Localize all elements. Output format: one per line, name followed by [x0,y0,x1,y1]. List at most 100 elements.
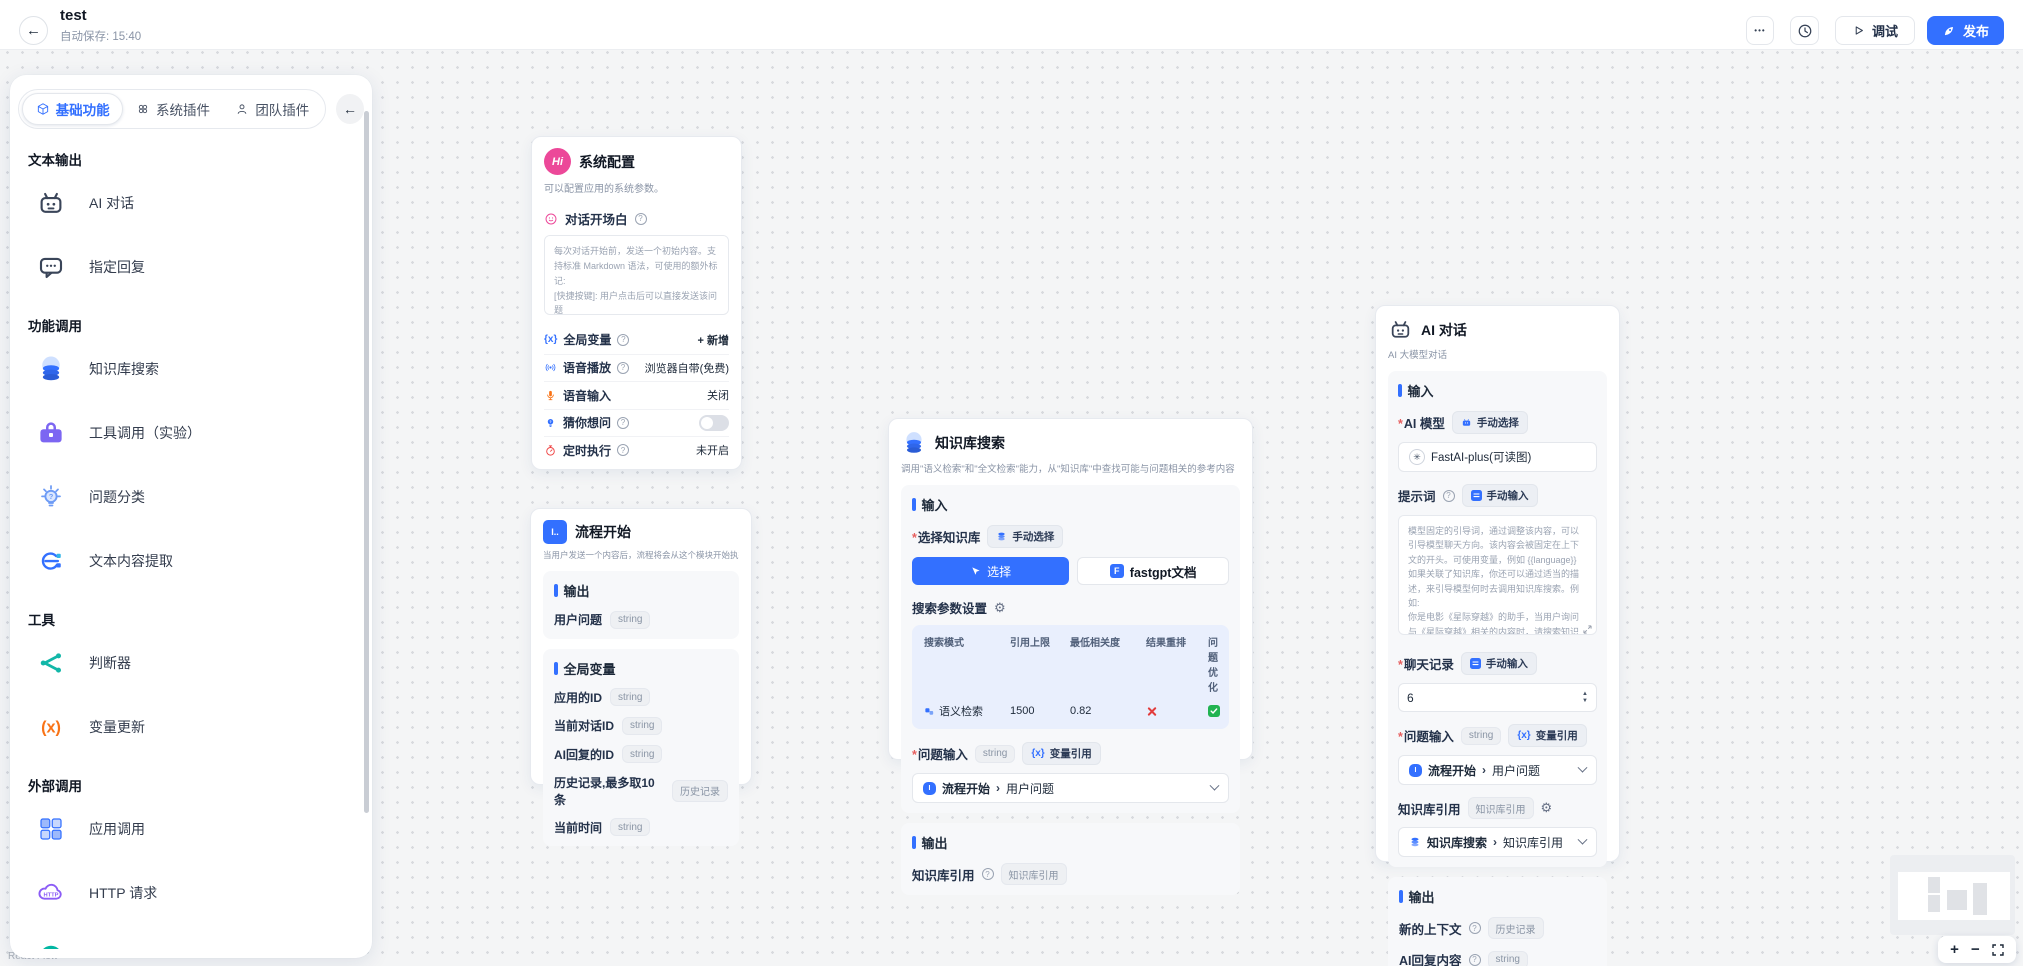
module-item-app-call[interactable]: 应用调用 [28,797,356,861]
publish-button[interactable]: 发布 [1927,16,2004,45]
help-icon[interactable] [1443,490,1455,502]
section-title: 输入 [912,495,1229,514]
welcome-textarea[interactable] [544,235,729,315]
variable-ref-chip[interactable]: {x} 变量引用 [1508,724,1586,747]
module-item-http-request[interactable]: HTTP HTTP 请求 [28,861,356,925]
app-title: test [60,7,87,24]
stepper-arrows[interactable]: ▲▼ [1582,691,1588,704]
stt-value[interactable]: 关闭 [707,387,729,403]
kb-ref-settings-gear-icon[interactable] [1541,800,1553,816]
help-icon[interactable] [982,868,994,880]
schedule-value[interactable]: 未开启 [696,442,729,458]
model-select[interactable]: ✳ FastAI-plus(可读图) [1398,442,1597,472]
dataset-card[interactable]: F fastgpt文档 [1077,557,1229,585]
manual-input-icon [1471,490,1482,501]
flow-start-icon: I [1409,764,1422,777]
zoom-in-button[interactable] [1950,942,1959,957]
global-var-row: 当前时间 string [554,818,728,836]
row-label: 定时执行 [563,442,611,459]
module-label: 知识库搜索 [89,359,159,379]
module-item-question-classify[interactable]: ? 问题分类 [28,465,356,529]
module-item-kb-search[interactable]: 知识库搜索 [28,337,356,401]
collapse-sidebar-button[interactable]: ← [336,94,364,124]
sidebar-scrollbar[interactable] [364,111,369,813]
tts-value[interactable]: 浏览器自带(免费) [645,360,729,376]
manual-input-chip[interactable]: 手动输入 [1462,484,1538,507]
zoom-out-button[interactable] [1971,942,1980,957]
guess-question-toggle[interactable] [699,415,729,431]
question-source-select[interactable]: I 流程开始 › 用户问题 [912,773,1229,803]
plugin-icon [136,102,150,116]
params-settings-gear-icon[interactable] [994,600,1006,616]
fit-view-button[interactable] [1992,944,2004,956]
module-item-text-extract[interactable]: 文本内容提取 [28,529,356,593]
node-ai-chat[interactable]: AI 对话 AI 大模型对话 输入 AI 模型 手动选择 ✳ FastAI-pl… [1375,305,1620,862]
node-title: 系统配置 [579,152,635,172]
add-variable-button[interactable]: 新增 [698,332,729,348]
manual-select-chip[interactable]: 手动选择 [1452,411,1528,434]
sidebar-tabs: 基础功能 系统插件 团队插件 ← [18,89,364,129]
help-icon[interactable] [617,362,629,374]
expand-icon[interactable] [1583,625,1592,634]
module-sidebar: 基础功能 系统插件 团队插件 ← 文本输出 AI 对话 [10,75,372,958]
question-input-label: 问题输入 [1398,726,1454,745]
manual-input-chip[interactable]: 手动输入 [1461,652,1537,675]
version-history-button[interactable] [1790,16,1819,45]
debug-button[interactable]: 调试 [1835,16,1915,45]
guess-question-row: ? 猜你想问 [544,409,729,437]
help-icon[interactable] [1469,954,1481,966]
flow-editor: ← test 自动保存: 15:40 调试 发布 基础功能 系统插 [0,0,2023,966]
node-flow-start[interactable]: I.. 流程开始 当用户发送一个内容后，流程将会从这个模块开始执行。 输出 用户… [530,508,752,785]
type-badge: string [610,818,650,836]
help-icon[interactable] [617,444,629,456]
question-source-select[interactable]: I 流程开始 › 用户问题 [1398,755,1597,785]
help-icon[interactable] [1469,922,1481,934]
node-subtitle: 调用"语义检索"和"全文检索"能力，从"知识库"中查找可能与问题相关的参考内容 [901,461,1240,475]
question-input-label: 问题输入 [912,744,968,763]
back-button[interactable]: ← [19,16,48,45]
play-icon [1852,24,1865,37]
manual-select-chip[interactable]: 手动选择 [987,525,1063,548]
variable-ref-chip[interactable]: {x} 变量引用 [1022,742,1100,765]
dataset-name: fastgpt文档 [1130,562,1197,581]
help-icon[interactable] [617,417,629,429]
branch-icon [36,648,66,678]
module-item-ai-chat[interactable]: AI 对话 [28,171,356,235]
semantic-icon [924,706,935,717]
robot-icon [36,188,66,218]
help-icon[interactable] [617,334,629,346]
tab-team-plugins[interactable]: 团队插件 [223,93,322,125]
cite-label: 知识库引用 [912,865,975,884]
history-count-input[interactable] [1407,691,1582,705]
robot-icon [1461,417,1472,428]
manual-input-icon [1470,658,1481,669]
module-item-tool-call[interactable]: 工具调用（实验） [28,401,356,465]
bulb-question-icon: ? [544,416,557,429]
node-kb-search[interactable]: 知识库搜索 调用"语义检索"和"全文检索"能力，从"知识库"中查找可能与问题相关… [888,418,1253,760]
tab-group: 基础功能 系统插件 团队插件 [18,89,326,129]
model-logo-icon: ✳ [1409,449,1425,465]
minimap-node [1928,895,1940,912]
module-item-fixed-reply[interactable]: 指定回复 [28,235,356,299]
variable-icon: {x} [1031,748,1044,759]
output-section: 输出 用户问题 string [543,571,739,639]
http-cloud-icon: HTTP [36,878,66,908]
module-item-condition[interactable]: 判断器 [28,631,356,695]
module-item-laf[interactable]: Laf 函数调用（测试） [28,925,356,949]
node-system-config[interactable]: Hi 系统配置 可以配置应用的系统参数。 对话开场白 {x} 全局变量 新增 语… [531,136,742,470]
variable-icon: {x} [1517,730,1530,741]
more-menu-button[interactable] [1746,16,1774,45]
module-item-variable-update[interactable]: (x) 变量更新 [28,695,356,759]
tab-basic-modules[interactable]: 基础功能 [22,93,123,125]
minimap-node [1947,890,1967,910]
type-badge: string [622,717,662,735]
tab-system-plugins[interactable]: 系统插件 [123,93,222,125]
prompt-textarea[interactable] [1398,515,1597,635]
kb-ref-source-select[interactable]: 知识库搜索 › 知识库引用 [1398,827,1597,857]
minimap[interactable] [1890,855,2015,935]
params-label: 搜索参数设置 [912,598,987,617]
node-title: AI 对话 [1421,320,1467,340]
select-dataset-button[interactable]: 选择 [912,557,1069,585]
help-icon[interactable] [635,213,647,225]
output-section: 输出 知识库引用 知识库引用 [901,823,1240,895]
